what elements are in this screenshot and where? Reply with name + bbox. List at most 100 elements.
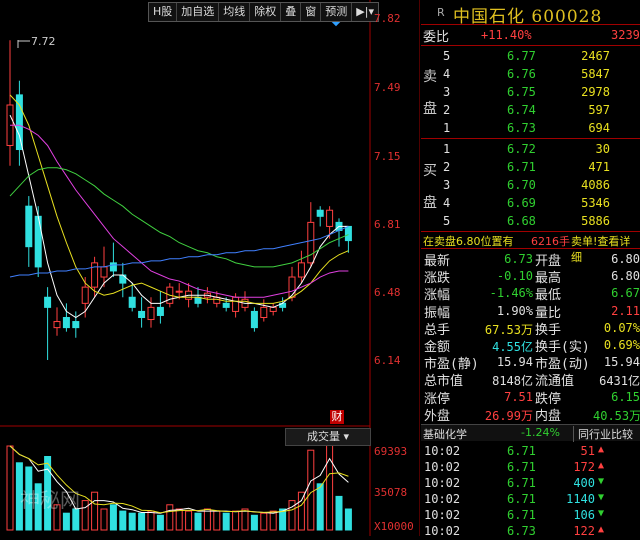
level-price: 6.69 [507,196,536,210]
quote-panel: R 中国石化 600028 委比 +11.40% 3239 卖 盘 5 6.77… [421,0,640,538]
stat-row: 涨幅 -1.46% 最低 6.67 [421,284,640,303]
stat-label: 市盈(静) [424,357,479,373]
tick-price: 6.71 [507,508,536,522]
candle-body [100,266,108,278]
tick-time: 10:02 [424,508,461,522]
stat-value: 40.53万 [593,408,640,423]
stat-label: 总手 [424,322,451,338]
volume-tick-label: 35078 [374,486,408,499]
volume-bar [6,445,14,531]
volume-bar [326,441,334,531]
level-price: 6.68 [507,214,536,228]
buy-level-row: 5 6.68 5886 [421,212,640,230]
quote-header: R 中国石化 600028 [421,0,640,27]
stat-label: 振幅 [424,305,451,321]
finance-badge[interactable]: 财 [330,410,344,424]
stat-value: 6.80 [611,252,640,266]
industry-compare-button[interactable]: 同行业比较 [573,426,633,442]
volume-bar [241,508,249,531]
buy-level-row: 4 6.69 5346 [421,194,640,212]
level-number: 4 [443,196,451,210]
price-tick-label: 7.15 [374,150,401,163]
tick-time: 10:02 [424,476,461,490]
toolbar-ma-button[interactable]: 均线 [219,3,251,21]
toolbar-hk-button[interactable]: H股 [149,3,178,21]
stat-label: 涨跌 [424,271,451,287]
buy-level-row: 2 6.71 471 [421,158,640,176]
candle-body [269,306,277,312]
toolbar-window-button[interactable]: 窗 [301,3,322,21]
candle-body [81,286,89,304]
level-volume: 2467 [581,49,610,63]
stat-label: 换手(实) [535,340,590,355]
stat-label: 量比 [535,305,562,321]
tick-volume: 1140 [566,492,595,506]
level-number: 4 [443,67,451,81]
level-volume: 5847 [581,67,610,81]
toolbar-overlay-button[interactable]: 叠 [281,3,302,21]
level-volume: 5346 [581,196,610,210]
level-volume: 30 [595,142,610,156]
level-number: 2 [443,103,451,117]
volume-tick-label: X10000 [374,520,414,533]
high-marker-label: 7.72 [31,35,56,48]
up-arrow-icon: ▲ [598,460,605,471]
volume-bar [194,512,202,531]
stat-row: 外盘 26.99万 内盘 40.53万 [421,405,640,424]
chevron-down-icon: ▾ [343,430,350,443]
stat-label: 换手 [535,322,562,338]
level-number: 2 [443,160,451,174]
stat-row: 总市值 8148亿 流通值 6431亿 [421,370,640,390]
volume-bar [91,491,99,531]
ma10-line [9,94,349,304]
volume-tick-label: 69393 [374,445,408,458]
toolbar-forecast-button[interactable]: 预测 [321,3,353,21]
level-price: 6.75 [507,85,536,99]
candle-body [44,296,52,308]
candle-body [62,317,70,329]
toolbar-exright-button[interactable]: 除权 [250,3,282,21]
candle-body [316,209,324,217]
up-arrow-icon: ▲ [598,444,605,455]
r-label: R [437,6,445,19]
weibi-row: 委比 +11.40% 3239 [421,26,640,45]
buy-level-row: 1 6.72 30 [421,140,640,158]
alert-text: 在卖盘6.80位置有 [423,235,514,248]
price-tick-label: 6.14 [374,354,401,367]
candle-body [128,296,136,308]
toolbar-add-watchlist-button[interactable]: 加自选 [177,3,220,21]
kline-svg[interactable]: 7.72 [0,0,420,536]
ma30-line [9,167,349,268]
level-price: 6.72 [507,142,536,156]
indicator-select[interactable]: 成交量 ▾ [285,428,371,446]
sell-level-row: 3 6.75 2978 [421,83,640,101]
volume-bar [185,510,193,531]
stat-value: 0.69% [603,338,640,352]
level-number: 3 [443,85,451,99]
level-number: 1 [443,121,451,135]
stat-row: 总手 67.53万 换手 0.07% [421,319,640,338]
volume-bar [213,510,221,531]
tick-row: 10:02 6.73 122 ▲ [421,522,640,540]
volume-bar [128,512,136,531]
sell-level-row: 1 6.73 694 [421,119,640,137]
volume-bar [335,495,343,531]
tick-price: 6.71 [507,444,536,458]
indicator-select-value: 成交量 [306,430,340,443]
candle-body [288,276,296,298]
stat-label: 总市值 [424,374,464,390]
tick-time: 10:02 [424,492,461,506]
level-volume: 694 [588,121,610,135]
volume-bar [166,504,174,531]
down-arrow-icon: ▼ [598,492,605,503]
order-alert-bar[interactable]: 在卖盘6.80位置有 6216手 卖单!查看详细 [421,232,640,264]
stat-value: 6.80 [611,269,640,284]
industry-bar: 基础化学 -1.24% 同行业比较 [421,424,640,442]
candle-body [222,302,230,308]
volume-bar [109,504,117,531]
volume-bar [279,508,287,531]
level-price: 6.71 [507,160,536,174]
kline-chart[interactable]: 7.72 H股 加自选 均线 除权 叠 窗 预测 ▶|▾ 7.82 7.49 7… [0,0,420,536]
volume-bar [156,514,164,531]
volume-bar [119,510,127,531]
